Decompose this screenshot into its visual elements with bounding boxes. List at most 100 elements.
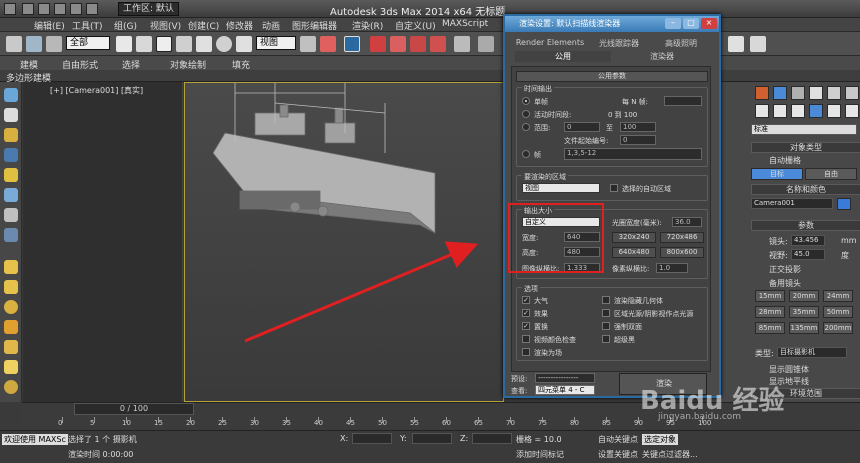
new-icon[interactable] (22, 3, 34, 15)
tab-render-elements[interactable]: Render Elements (515, 38, 585, 47)
camera-icon[interactable] (4, 188, 18, 202)
preset-720x486-button[interactable]: 720x486 (660, 232, 704, 243)
helper-icon[interactable] (4, 208, 18, 222)
scale-icon[interactable] (236, 36, 252, 52)
hierarchy-tab-icon[interactable] (791, 86, 805, 100)
color-swatch[interactable] (837, 198, 851, 210)
torus-icon[interactable] (4, 300, 18, 314)
menu-group[interactable]: 组(G) (114, 19, 137, 32)
auto-key-button[interactable]: 自动关键点 (598, 434, 638, 445)
super-black-checkbox[interactable] (602, 335, 610, 343)
render-frame-icon[interactable] (750, 36, 766, 52)
lens-field[interactable]: 43.456 (791, 235, 825, 246)
maximize-icon[interactable]: □ (683, 18, 699, 29)
frames-radio[interactable] (522, 150, 530, 158)
cylinder-icon[interactable] (4, 340, 18, 354)
video-color-check-checkbox[interactable] (522, 335, 530, 343)
frames-field[interactable]: 1,3,5-12 (564, 148, 702, 160)
view-dropdown[interactable]: 四元菜单 4 - C (535, 385, 595, 395)
ortho-checkbox[interactable]: 正交投影 (769, 264, 801, 275)
x-coord-field[interactable] (352, 433, 392, 444)
open-icon[interactable] (38, 3, 50, 15)
menu-customize[interactable]: 自定义(U) (395, 19, 436, 32)
tab-common[interactable]: 公用 (515, 51, 611, 62)
pivot-icon[interactable] (300, 36, 316, 52)
minimize-icon[interactable]: – (665, 18, 681, 29)
fov-field[interactable]: 45.0 (791, 249, 825, 260)
effects-checkbox[interactable]: ✓ (522, 309, 530, 317)
menu-tools[interactable]: 工具(T) (72, 19, 103, 32)
angle-snap-icon[interactable] (390, 36, 406, 52)
render-setup-icon[interactable] (728, 36, 744, 52)
rect-select-icon[interactable] (156, 36, 172, 52)
keyboard-shortcut-icon[interactable] (344, 36, 360, 52)
single-radio[interactable] (522, 97, 530, 105)
y-coord-field[interactable] (412, 433, 452, 444)
modify-tab-icon[interactable] (773, 86, 787, 100)
save-icon[interactable] (54, 3, 66, 15)
auto-grid-label[interactable]: 自动栅格 (769, 155, 801, 166)
every-n-field[interactable] (664, 96, 702, 106)
workspace-dropdown[interactable]: 工作区: 默认 (118, 2, 179, 16)
percent-snap-icon[interactable] (410, 36, 426, 52)
menu-maxscript[interactable]: MAXScript (442, 19, 488, 29)
menu-view[interactable]: 视图(V) (150, 19, 181, 32)
systems-icon[interactable] (845, 104, 859, 118)
menu-graph-editors[interactable]: 图形编辑器 (292, 19, 337, 32)
snaps-toggle-icon[interactable] (370, 36, 386, 52)
menu-edit[interactable]: 编辑(E) (34, 19, 65, 32)
category-dropdown[interactable]: 标准 (751, 124, 857, 135)
window-crossing-icon[interactable] (176, 36, 192, 52)
parameters-rollout[interactable]: 参数 (751, 220, 860, 231)
common-params-rollout[interactable]: 公用参数 (516, 71, 708, 82)
lens-50mm[interactable]: 50mm (823, 306, 853, 318)
geosphere-icon[interactable] (4, 380, 18, 394)
render-hidden-geometry-checkbox[interactable] (602, 296, 610, 304)
z-coord-field[interactable] (472, 433, 512, 444)
grid-icon[interactable] (4, 148, 18, 162)
active-segment-radio[interactable] (522, 110, 530, 118)
displacement-checkbox[interactable]: ✓ (522, 322, 530, 330)
target-camera-button[interactable]: 目标 (751, 168, 803, 180)
range-to-field[interactable]: 100 (620, 122, 656, 132)
object-type-rollout[interactable]: 对象类型 (751, 142, 860, 153)
lens-200mm[interactable]: 200mm (823, 322, 853, 334)
pixel-aspect-field[interactable]: 1.0 (656, 263, 688, 273)
viewport-label[interactable]: [+] [Camera001] [真实] (50, 85, 143, 96)
add-time-tag[interactable]: 添加时间标记 (516, 449, 564, 460)
utilities-tab-icon[interactable] (845, 86, 859, 100)
menu-modifiers[interactable]: 修改器 (226, 19, 253, 32)
box-icon[interactable] (4, 280, 18, 294)
rotate-icon[interactable] (216, 36, 232, 52)
shapes-icon[interactable] (773, 104, 787, 118)
display-tab-icon[interactable] (827, 86, 841, 100)
geometry-icon[interactable] (755, 104, 769, 118)
dialog-title-bar[interactable]: 渲染设置: 默认扫描线渲染器 – □ × (505, 16, 719, 32)
reference-coord-dropdown[interactable]: 视图 (256, 36, 296, 50)
cone-icon[interactable] (4, 320, 18, 334)
close-icon[interactable]: × (701, 18, 717, 29)
lens-28mm[interactable]: 28mm (755, 306, 785, 318)
preset-320x240-button[interactable]: 320x240 (612, 232, 656, 243)
free-camera-button[interactable]: 自由 (805, 168, 857, 180)
maxscript-listener[interactable]: 欢迎使用 MAXSc (2, 434, 68, 445)
time-slider[interactable]: 0 / 100 (74, 403, 194, 415)
lens-85mm[interactable]: 85mm (755, 322, 785, 334)
shape-icon[interactable] (4, 228, 18, 242)
named-selection-icon[interactable] (454, 36, 470, 52)
viewport-left[interactable] (23, 82, 183, 402)
lens-24mm[interactable]: 24mm (823, 290, 853, 302)
mirror-icon[interactable] (478, 36, 494, 52)
set-key-button[interactable]: 设置关键点 (598, 449, 638, 460)
tab-advanced-lighting[interactable]: 高级照明 (653, 38, 709, 49)
select-by-name-icon[interactable] (136, 36, 152, 52)
folder-icon[interactable] (4, 128, 18, 142)
bind-space-warp-icon[interactable] (46, 36, 62, 52)
sphere-icon[interactable] (4, 260, 18, 274)
lights-icon[interactable] (791, 104, 805, 118)
menu-animation[interactable]: 动画 (262, 19, 280, 32)
undo-tool-icon[interactable] (6, 36, 22, 52)
preset-640x480-button[interactable]: 640x480 (612, 247, 656, 258)
lens-35mm[interactable]: 35mm (789, 306, 819, 318)
selected-objects-dropdown[interactable]: 选定对象 (642, 434, 678, 445)
